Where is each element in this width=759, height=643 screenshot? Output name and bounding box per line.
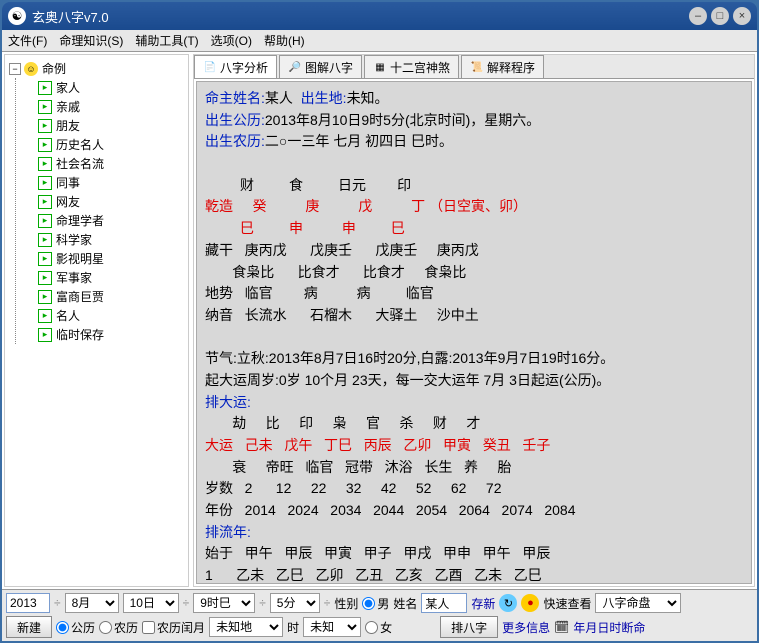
tree-item[interactable]: ▸ 网友 [38,192,186,211]
smile-icon: ☺ [24,62,38,76]
new-button[interactable]: 新建 [6,616,52,638]
menu-knowledge[interactable]: 命理知识(S) [59,32,123,49]
year-input[interactable] [6,593,50,613]
sidebar-tree: − ☺ 命例 ▸ 家人 ▸ 亲戚 ▸ 朋友 ▸ 历史名人 ▸ 社会名流 ▸ 同事 ▸ 网友 ▸ 命理学者 ▸ 科学… [4,54,189,587]
folder-icon: ▸ [38,119,52,133]
minute-select[interactable]: 5分 [270,593,320,613]
menu-help[interactable]: 帮助(H) [264,32,305,49]
titlebar: ☯ 玄奥八字v7.0 – □ × [2,2,757,30]
tree-item[interactable]: ▸ 朋友 [38,116,186,135]
bottom-toolbar: ÷ 8月 10日÷ 9时巳÷ 5分÷ 性别 男 姓名 存新 ↻ ● 快速查看 八… [2,589,757,641]
tree-item[interactable]: ▸ 家人 [38,78,186,97]
tree-item-label: 临时保存 [56,326,104,343]
calendar-icon: 🗓 [554,620,569,634]
folder-icon: ▸ [38,195,52,209]
tree-item-label: 社会名流 [56,155,104,172]
folder-icon: ▸ [38,290,52,304]
shi-select[interactable]: 未知 [303,617,361,637]
tree-item-label: 富商巨贾 [56,288,104,305]
area-select[interactable]: 未知地 [209,617,283,637]
tree-item-label: 军事家 [56,269,92,286]
tree-item-label: 朋友 [56,117,80,134]
tree-item-label: 家人 [56,79,80,96]
day-select[interactable]: 10日 [123,593,179,613]
tree-item-label: 历史名人 [56,136,104,153]
name-label: 姓名 [393,595,417,612]
grid-icon: ▦ [373,60,387,74]
collapse-icon[interactable]: − [9,63,21,75]
tree-item[interactable]: ▸ 历史名人 [38,135,186,154]
doc-icon: 📄 [203,60,217,74]
sex-label: 性别 [334,595,358,612]
tab-twelve-palace[interactable]: ▦十二宫神煞 [364,55,459,78]
tree-item[interactable]: ▸ 社会名流 [38,154,186,173]
tree-item-label: 同事 [56,174,80,191]
folder-icon: ▸ [38,176,52,190]
tree-item-label: 科学家 [56,231,92,248]
year-month-day-link[interactable]: 年月日时断命 [573,619,645,636]
more-info-link[interactable]: 更多信息 [502,619,550,636]
folder-icon: ▸ [38,328,52,342]
tree-item-label: 网友 [56,193,80,210]
tree-item[interactable]: ▸ 影视明星 [38,249,186,268]
minimize-button[interactable]: – [689,7,707,25]
tree-root-label: 命例 [42,60,66,77]
tree-item[interactable]: ▸ 临时保存 [38,325,186,344]
tree-item-label: 名人 [56,307,80,324]
app-title: 玄奥八字v7.0 [32,7,685,26]
tree-item-label: 影视明星 [56,250,104,267]
menu-options[interactable]: 选项(O) [211,32,252,49]
tree-item-label: 命理学者 [56,212,104,229]
leap-month-check[interactable] [142,621,155,634]
sex-female-radio[interactable] [365,621,378,634]
quick-view-select[interactable]: 八字命盘 [595,593,681,613]
menu-tools[interactable]: 辅助工具(T) [135,32,198,49]
close-button[interactable]: × [733,7,751,25]
script-icon: 📜 [470,60,484,74]
folder-icon: ▸ [38,157,52,171]
folder-icon: ▸ [38,271,52,285]
tree-item[interactable]: ▸ 军事家 [38,268,186,287]
maximize-button[interactable]: □ [711,7,729,25]
chart-icon: 🔎 [288,60,302,74]
tab-explain[interactable]: 📜解释程序 [461,55,544,78]
quick-view-label: 快速查看 [543,595,591,612]
folder-icon: ▸ [38,138,52,152]
menu-file[interactable]: 文件(F) [8,32,47,49]
menubar: 文件(F) 命理知识(S) 辅助工具(T) 选项(O) 帮助(H) [2,30,757,52]
folder-icon: ▸ [38,233,52,247]
name-input[interactable] [421,593,467,613]
save-new-link[interactable]: 存新 [471,595,495,612]
folder-icon: ▸ [38,214,52,228]
tree-item[interactable]: ▸ 命理学者 [38,211,186,230]
refresh-icon[interactable]: ↻ [499,594,517,612]
tree-item-label: 亲戚 [56,98,80,115]
tree-root[interactable]: − ☺ 命例 [9,59,186,78]
hour-select[interactable]: 9时巳 [193,593,255,613]
shi-label: 时 [287,619,299,636]
tree-item[interactable]: ▸ 富商巨贾 [38,287,186,306]
tree-item[interactable]: ▸ 科学家 [38,230,186,249]
folder-icon: ▸ [38,309,52,323]
tab-bazi-analysis[interactable]: 📄八字分析 [194,55,277,78]
folder-icon: ▸ [38,252,52,266]
document-area: 命主姓名:某人 出生地:未知。 出生公历:2013年8月10日9时5分(北京时间… [196,81,752,584]
month-select[interactable]: 8月 [65,593,119,613]
folder-icon: ▸ [38,100,52,114]
warn-icon[interactable]: ● [521,594,539,612]
paibazi-button[interactable]: 排八字 [440,616,498,638]
app-icon: ☯ [8,7,26,25]
tabs: 📄八字分析 🔎图解八字 ▦十二宫神煞 📜解释程序 [194,55,754,79]
tree-item[interactable]: ▸ 同事 [38,173,186,192]
tab-diagram[interactable]: 🔎图解八字 [279,55,362,78]
folder-icon: ▸ [38,81,52,95]
cal-nongli-radio[interactable] [99,621,112,634]
sex-male-radio[interactable] [362,597,375,610]
tree-item[interactable]: ▸ 亲戚 [38,97,186,116]
tree-item[interactable]: ▸ 名人 [38,306,186,325]
cal-gongli-radio[interactable] [56,621,69,634]
